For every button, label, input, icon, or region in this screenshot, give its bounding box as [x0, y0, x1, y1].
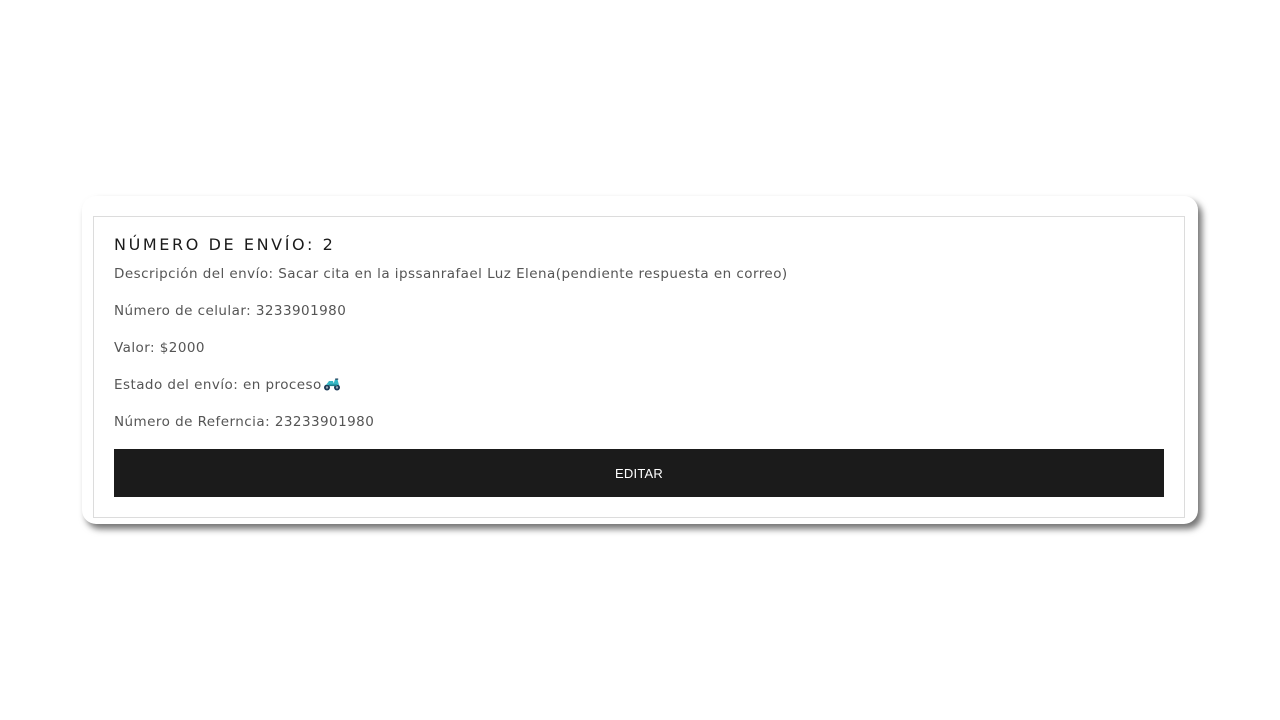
- phone-number: Número de celular: 3233901980: [114, 303, 347, 319]
- edit-button[interactable]: EDITAR: [114, 449, 1164, 497]
- scooter-icon: [323, 377, 341, 391]
- shipment-number-title: NÚMERO DE ENVÍO: 2: [114, 235, 336, 254]
- shipment-status-text: Estado del envío: en proceso: [114, 377, 322, 393]
- shipment-description: Descripción del envío: Sacar cita en la …: [114, 266, 788, 282]
- reference-number: Número de Referncia: 23233901980: [114, 414, 375, 430]
- shipment-card: NÚMERO DE ENVÍO: 2 Descripción del envío…: [82, 196, 1198, 524]
- shipment-card-body: NÚMERO DE ENVÍO: 2 Descripción del envío…: [93, 216, 1185, 518]
- shipment-status: Estado del envío: en proceso: [114, 377, 341, 393]
- shipment-value: Valor: $2000: [114, 340, 205, 356]
